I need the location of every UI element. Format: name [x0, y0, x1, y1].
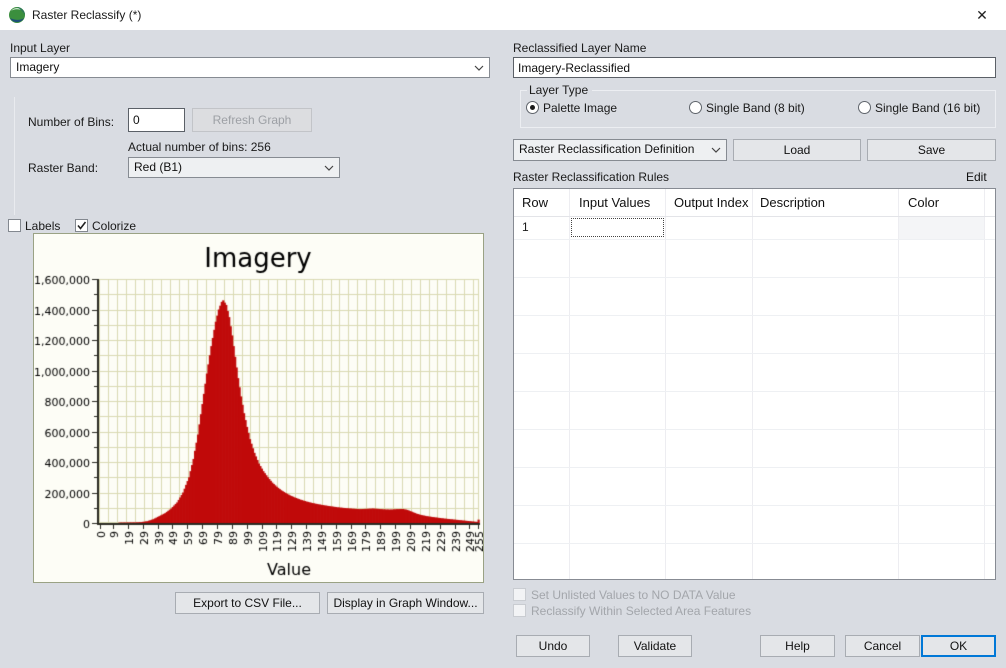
- reclassify-area-checkbox: [513, 604, 526, 617]
- validate-button[interactable]: Validate: [618, 635, 692, 657]
- raster-band-label: Raster Band:: [28, 161, 98, 175]
- display-graph-button[interactable]: Display in Graph Window...: [327, 592, 484, 614]
- row1-input-values-cell[interactable]: [571, 218, 664, 237]
- col-header-input-values: Input Values: [579, 189, 650, 216]
- title-bar: Raster Reclassify (*) ✕: [0, 0, 1006, 30]
- load-button[interactable]: Load: [733, 139, 861, 161]
- ok-button[interactable]: OK: [921, 635, 996, 657]
- window-title: Raster Reclassify (*): [32, 0, 141, 30]
- histogram-canvas: [34, 234, 483, 582]
- bins-label: Number of Bins:: [28, 115, 114, 129]
- definition-value: Raster Reclassification Definition: [519, 142, 694, 156]
- check-icon: [76, 220, 87, 231]
- raster-reclassify-dialog: Raster Reclassify (*) ✕ Input Layer Imag…: [0, 0, 1006, 668]
- radio-single-band-8-label: Single Band (8 bit): [706, 101, 805, 115]
- reclassified-name-input[interactable]: [513, 57, 996, 78]
- labels-checkbox[interactable]: [8, 219, 21, 232]
- rules-table[interactable]: Row Input Values Output Index Descriptio…: [513, 188, 996, 580]
- unlisted-values-checkbox: [513, 588, 526, 601]
- row1-color-cell[interactable]: [899, 217, 984, 239]
- raster-band-combo[interactable]: Red (B1): [128, 157, 340, 178]
- reclassify-area-label: Reclassify Within Selected Area Features: [531, 604, 751, 618]
- col-header-description: Description: [760, 189, 825, 216]
- chevron-down-icon: [711, 147, 721, 153]
- chevron-down-icon: [324, 165, 334, 171]
- layer-type-label: Layer Type: [527, 83, 592, 97]
- radio-palette-image[interactable]: [526, 101, 539, 114]
- input-layer-label: Input Layer: [10, 41, 70, 55]
- help-button[interactable]: Help: [760, 635, 835, 657]
- radio-single-band-16-label: Single Band (16 bit): [875, 101, 980, 115]
- row1-index: 1: [522, 220, 529, 234]
- col-header-color: Color: [908, 189, 939, 216]
- input-layer-combo[interactable]: Imagery: [10, 57, 490, 78]
- export-csv-button[interactable]: Export to CSV File...: [175, 592, 320, 614]
- undo-button[interactable]: Undo: [516, 635, 590, 657]
- radio-single-band-8[interactable]: [689, 101, 702, 114]
- unlisted-values-label: Set Unlisted Values to NO DATA Value: [531, 588, 736, 602]
- radio-single-band-16[interactable]: [858, 101, 871, 114]
- histogram-panel: [33, 233, 484, 583]
- radio-palette-image-label: Palette Image: [543, 101, 617, 115]
- labels-checkbox-label: Labels: [25, 219, 60, 233]
- rules-label: Raster Reclassification Rules: [513, 170, 669, 184]
- chevron-down-icon: [474, 65, 484, 71]
- bins-input[interactable]: [128, 108, 185, 132]
- empty-row-grid: [514, 239, 995, 579]
- raster-band-value: Red (B1): [134, 160, 182, 174]
- col-header-row: Row: [522, 189, 548, 216]
- cancel-button[interactable]: Cancel: [845, 635, 920, 657]
- input-layer-value: Imagery: [16, 60, 59, 74]
- colorize-checkbox-label: Colorize: [92, 219, 136, 233]
- definition-combo[interactable]: Raster Reclassification Definition: [513, 139, 727, 161]
- close-icon[interactable]: ✕: [968, 0, 996, 30]
- reclassified-name-label: Reclassified Layer Name: [513, 41, 646, 55]
- refresh-graph-button: Refresh Graph: [192, 108, 312, 132]
- actual-bins-text: Actual number of bins: 256: [128, 140, 271, 154]
- colorize-checkbox[interactable]: [75, 219, 88, 232]
- dialog-body: Input Layer Imagery Number of Bins: Refr…: [0, 30, 1006, 668]
- edit-link[interactable]: Edit: [966, 170, 987, 184]
- col-header-output-index: Output Index: [674, 189, 748, 216]
- save-button[interactable]: Save: [867, 139, 996, 161]
- globe-icon: [8, 6, 26, 24]
- group-divider: [14, 97, 15, 215]
